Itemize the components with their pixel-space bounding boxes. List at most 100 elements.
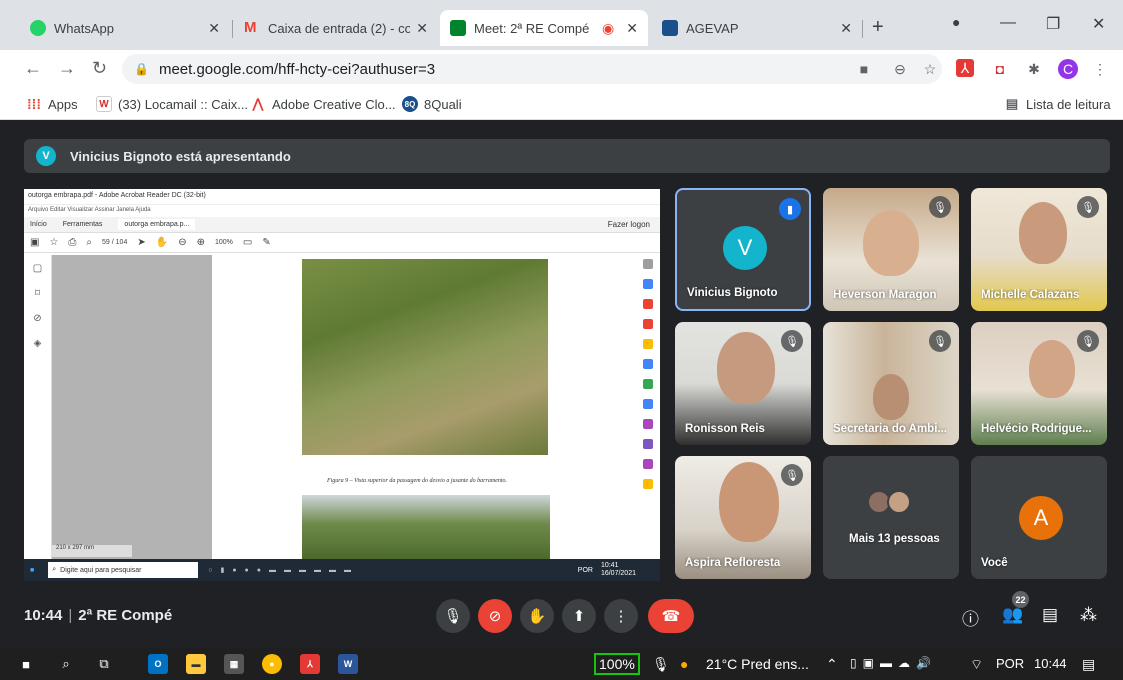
battery-indicator[interactable]: 100%: [594, 653, 640, 675]
microphone-button[interactable]: 🎙: [436, 599, 470, 633]
page-size: 210 x 297 mm: [52, 545, 132, 557]
file-explorer-icon[interactable]: ▬: [186, 654, 206, 674]
camera-icon[interactable]: ■: [854, 59, 874, 79]
pocket-extension-icon[interactable]: ◘: [990, 59, 1010, 79]
menu-kebab-icon[interactable]: ⋮: [1090, 59, 1110, 79]
lock-icon: 🔒: [134, 62, 149, 76]
participant-tile-secretaria[interactable]: 🎙 Secretaria do Ambi...: [823, 322, 959, 445]
calculator-icon[interactable]: ▦: [224, 654, 244, 674]
raise-hand-button[interactable]: ✋: [520, 599, 554, 633]
tab-meet[interactable]: Meet: 2ª RE Compé ◉ ✕: [440, 10, 648, 46]
present-icon: ⬆: [572, 608, 586, 625]
chevron-up-icon[interactable]: ⌃: [826, 656, 838, 673]
back-button[interactable]: ←: [24, 58, 42, 79]
present-screen-button[interactable]: ⬆: [562, 599, 596, 633]
close-icon[interactable]: ✕: [626, 20, 638, 37]
meeting-details-icon[interactable]: ⓘ: [962, 605, 979, 630]
tab-search-icon[interactable]: ●: [952, 14, 960, 30]
participant-tile-aspira[interactable]: 🎙 Aspira Reflorestа: [675, 456, 811, 579]
hand-icon: ✋: [527, 608, 547, 625]
bookmark-star-icon[interactable]: ☆: [920, 59, 940, 79]
reload-button[interactable]: ↻: [92, 58, 107, 79]
windows-start-icon[interactable]: ■: [16, 654, 36, 674]
mic-off-icon: 🎙: [781, 330, 803, 352]
word-icon[interactable]: W: [338, 654, 358, 674]
zoom-icon[interactable]: ⊖: [890, 59, 910, 79]
more-options-button[interactable]: ⋮: [604, 599, 638, 633]
participant-tile-heverson[interactable]: 🎙 Heverson Maragon: [823, 188, 959, 311]
acrobat-left-panel: ▢ ⌑ ⊘ ◈: [24, 255, 52, 559]
camera-off-icon: ⊘: [488, 608, 502, 625]
weather-text[interactable]: 21°C Pred ens...: [706, 656, 809, 672]
bookmark-adobe[interactable]: ⋀ Adobe Creative Clo...: [250, 96, 396, 112]
mic-off-icon: 🎙: [1077, 330, 1099, 352]
minimize-button[interactable]: —: [1000, 14, 1016, 32]
shared-taskbar-apps: ○▮●●●▬▬▬▬▬▬: [208, 567, 359, 574]
acrobat-extension-icon[interactable]: ⅄: [956, 59, 974, 77]
bookmark-icon: ⌑: [34, 288, 41, 299]
participant-tile-michelle[interactable]: 🎙 Michelle Calazans: [971, 188, 1107, 311]
shared-windows-taskbar: ■ ⌕ Digite aqui para pesquisar ○▮●●●▬▬▬▬▬…: [24, 559, 660, 581]
people-icon[interactable]: 👥: [1002, 605, 1023, 625]
more-participants-tile[interactable]: Mais 13 pessoas: [823, 456, 959, 579]
activities-icon[interactable]: ⁂: [1080, 605, 1097, 625]
attachment-icon: ⊘: [33, 313, 42, 324]
layers-icon: ◈: [33, 338, 42, 349]
locamail-icon: W: [96, 96, 112, 112]
maximize-button[interactable]: ❐: [1046, 14, 1060, 34]
participant-tile-vinicius[interactable]: V ▮ Vinicius Bignoto: [675, 188, 811, 311]
chrome-icon[interactable]: ●: [262, 654, 282, 674]
tab-whatsapp[interactable]: WhatsApp ✕: [20, 10, 230, 46]
forward-button[interactable]: →: [58, 58, 76, 79]
acrobat-icon[interactable]: ⅄: [300, 654, 320, 674]
leave-call-button[interactable]: ☎: [648, 599, 694, 633]
tab-title: WhatsApp: [54, 20, 114, 36]
acrobat-tab-doc: outorga embrapa.p...: [118, 219, 196, 230]
participant-name: Helvécio Rodrigue...: [981, 423, 1092, 435]
address-bar-row: ← → ↻ 🔒 meet.google.com/hff-hcty-cei?aut…: [0, 50, 1123, 88]
taskbar-clock[interactable]: 10:44: [1034, 656, 1067, 671]
task-view-icon[interactable]: ⧉: [94, 654, 114, 674]
participant-name: Aspira Reflorestа: [685, 557, 781, 569]
new-tab-button[interactable]: +: [872, 16, 884, 39]
reading-list-label: Lista de leitura: [1026, 96, 1111, 112]
camera-off-button[interactable]: ⊘: [478, 599, 512, 633]
whatsapp-icon: [30, 20, 46, 36]
search-icon[interactable]: ⌕: [56, 654, 76, 674]
star-icon: ☆: [49, 237, 59, 248]
tray-icons[interactable]: ▯▣▬☁🔊: [850, 656, 937, 670]
url-bar[interactable]: 🔒 meet.google.com/hff-hcty-cei?authuser=…: [122, 54, 942, 84]
browser-tab-strip: WhatsApp ✕ M Caixa de entrada (2) - com …: [0, 0, 1123, 50]
close-icon[interactable]: ✕: [208, 20, 220, 37]
participant-avatar: V: [723, 226, 767, 270]
chat-icon[interactable]: ▤: [1042, 605, 1058, 625]
tab-gmail[interactable]: M Caixa de entrada (2) - com ✕: [234, 10, 438, 46]
bookmark-apps[interactable]: ⁞⁞⁞ Apps: [26, 96, 78, 112]
bookmark-locamail[interactable]: W (33) Locamail :: Caix...: [96, 96, 248, 112]
bookmark-label: Adobe Creative Clo...: [272, 96, 396, 112]
wifi-icon[interactable]: ⌔: [970, 656, 983, 674]
reading-list-button[interactable]: ▤ Lista de leitura: [1004, 96, 1111, 112]
participant-name: Você: [981, 557, 1008, 569]
meeting-clock: 10:44: [24, 607, 63, 624]
self-avatar: A: [1019, 496, 1063, 540]
participant-name: Secretaria do Ambi...: [833, 423, 947, 435]
acrobat-tab-home: Início: [30, 221, 47, 228]
power-icon[interactable]: 🎙: [652, 656, 670, 673]
outlook-icon[interactable]: O: [148, 654, 168, 674]
participant-tile-helvecio[interactable]: 🎙 Helvécio Rodrigue...: [971, 322, 1107, 445]
close-icon[interactable]: ✕: [416, 20, 428, 37]
participant-tile-self[interactable]: A Você: [971, 456, 1107, 579]
8quali-icon: 8Q: [402, 96, 418, 112]
close-icon[interactable]: ✕: [840, 20, 852, 37]
extensions-puzzle-icon[interactable]: ✱: [1024, 59, 1044, 79]
profile-avatar[interactable]: C: [1058, 59, 1078, 79]
vegetation-photo: [302, 259, 548, 455]
participant-tile-ronisson[interactable]: 🎙 Ronisson Reis: [675, 322, 811, 445]
language-indicator[interactable]: POR: [996, 656, 1024, 671]
presentation-screen[interactable]: outorga embrapa.pdf - Adobe Acrobat Read…: [24, 189, 660, 581]
notifications-icon[interactable]: ▤: [1082, 656, 1095, 673]
tab-agevap[interactable]: AGEVAP ✕: [652, 10, 862, 46]
close-window-button[interactable]: ✕: [1092, 14, 1105, 34]
bookmark-8quali[interactable]: 8Q 8Quali: [402, 96, 462, 112]
